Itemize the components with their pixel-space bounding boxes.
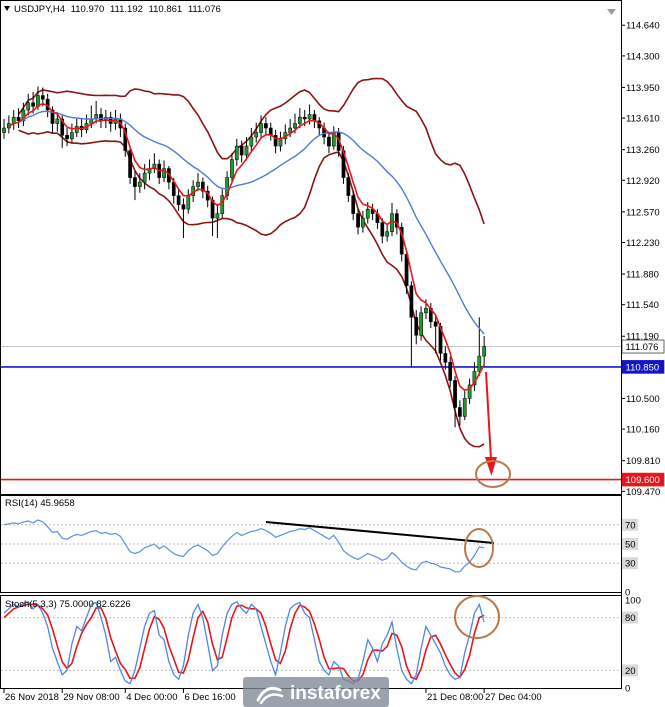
candle-body: [409, 285, 414, 318]
price-tick-label: 114.300: [626, 51, 660, 62]
candle-body: [385, 231, 389, 237]
rsi-tick-label: 50: [625, 540, 636, 551]
candle-body: [74, 125, 79, 133]
price-tick-label: 111.880: [626, 270, 659, 281]
candle-body: [424, 308, 428, 314]
candle-body: [433, 321, 438, 327]
chart-window[interactable]: 70 50 30 0 100 80 20 0 114.640 114.300 113.950 11…: [0, 0, 665, 707]
candle-body: [361, 217, 365, 228]
candle-body: [40, 95, 45, 100]
stoch-tick-label: 100: [625, 596, 641, 607]
candle-body: [264, 123, 268, 129]
candle-body: [380, 222, 385, 237]
candle-body: [307, 114, 312, 120]
candle-body: [278, 138, 283, 147]
candle-body: [234, 145, 239, 160]
stochastic-title: Stoch(5,3,3) 75.0000 82.6226: [5, 599, 131, 610]
candle-body: [351, 195, 356, 214]
symbol-timeframe: USDJPY,H4: [14, 4, 65, 15]
time-tick-label: 21 Dec 08:00: [427, 692, 484, 703]
stoch-tick-label: 0: [625, 684, 630, 695]
price-tick-label: 113.610: [626, 114, 660, 125]
stoch-tick-label: 80: [625, 613, 636, 624]
rsi-tick-label: 30: [625, 559, 636, 570]
candle-body: [453, 380, 457, 408]
candle-body: [26, 102, 31, 111]
candle-body: [215, 213, 220, 219]
price-tick-label: 110.160: [626, 425, 660, 436]
support-level-label: 110.850: [626, 362, 660, 373]
candle-body: [196, 181, 200, 187]
candle-body: [55, 118, 60, 124]
candle-body: [477, 355, 482, 372]
candle-body: [181, 204, 186, 210]
candle-body: [365, 208, 370, 219]
time-tick-label: 6 Dec 16:00: [184, 692, 235, 703]
quote-low: 110.861: [149, 4, 183, 15]
candle-body: [293, 123, 297, 129]
candle-body: [65, 134, 69, 140]
watermark-text: instaforex: [290, 683, 381, 704]
price-tick-label: 109.810: [626, 456, 660, 467]
candle-body: [443, 353, 448, 363]
candle-body: [186, 195, 191, 210]
candle-body: [458, 407, 462, 417]
quote-close: 111.076: [188, 4, 221, 15]
candle-body: [356, 213, 360, 228]
candle-body: [346, 177, 351, 196]
candle-body: [244, 145, 249, 156]
price-tick-label: 113.260: [626, 145, 660, 156]
candle-body: [327, 136, 331, 147]
candle-body: [70, 132, 74, 140]
candle-body: [239, 145, 244, 156]
candle-body: [249, 136, 254, 147]
time-tick-label: 27 Dec 04:00: [485, 692, 542, 703]
candle-body: [220, 195, 225, 214]
candle-body: [298, 116, 302, 124]
candle-body: [230, 159, 234, 178]
candle-body: [302, 116, 307, 120]
candle-body: [16, 116, 21, 122]
target-level-label: 109.600: [626, 475, 660, 486]
price-tick-label: 112.570: [626, 207, 660, 218]
price-tick-label: 112.230: [626, 238, 660, 249]
time-tick-label: 29 Nov 08:00: [63, 692, 120, 703]
price-tick-label: 113.950: [626, 83, 660, 94]
candle-body: [137, 181, 142, 187]
stoch-tick-label: 20: [625, 666, 636, 677]
candle-body: [419, 312, 423, 336]
price-tick-label: 111.540: [626, 300, 659, 311]
candle-body: [259, 123, 263, 133]
price-tick-label: 109.470: [626, 487, 660, 498]
last-price-label: 111.076: [626, 342, 659, 353]
candle-body: [128, 150, 132, 178]
rsi-tick-label: 70: [625, 520, 636, 531]
chart-header: USDJPY,H4 110.970 111.192 110.861 111.07…: [14, 4, 221, 15]
candle-body: [312, 114, 317, 122]
candle-body: [254, 132, 259, 138]
candle-body: [133, 177, 137, 187]
price-tick-label: 112.920: [626, 176, 660, 187]
price-tick-label: 110.500: [626, 394, 660, 405]
time-tick-label: 4 Dec 00:00: [126, 692, 177, 703]
candle-body: [462, 398, 467, 417]
candle-body: [288, 127, 292, 133]
quote-high: 111.192: [110, 4, 143, 15]
time-tick-label: 26 Nov 2018: [5, 692, 59, 703]
rsi-title: RSI(14) 45.9658: [5, 498, 75, 509]
candle-body: [2, 127, 6, 133]
candle-body: [448, 362, 453, 381]
price-tick-label: 114.640: [626, 21, 660, 32]
quote-open: 110.970: [71, 4, 105, 15]
candle-body: [482, 346, 486, 357]
watermark: instaforex: [243, 677, 389, 707]
candle-body: [176, 195, 181, 205]
trading-chart[interactable]: 7050300 10080200 114.640114.300113.95011…: [0, 0, 665, 707]
candle-body: [142, 172, 147, 183]
candle-body: [31, 102, 35, 107]
candle-body: [414, 317, 419, 336]
